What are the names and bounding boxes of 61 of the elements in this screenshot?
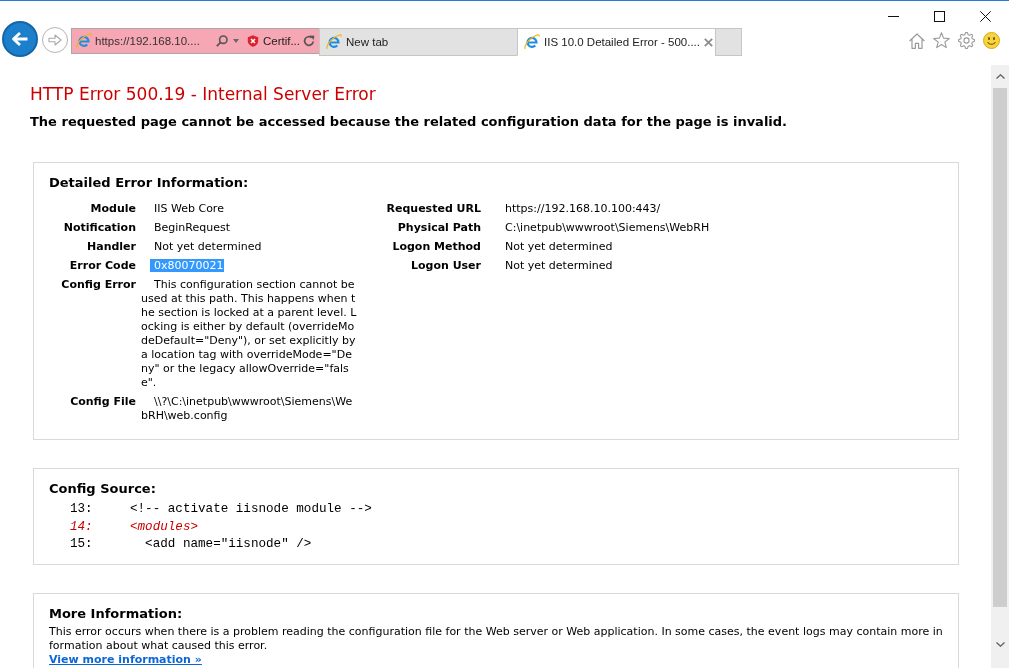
detail-value: C:\inetpub\wwwroot\Siemens\WebRH xyxy=(504,221,710,234)
line-number: 15: xyxy=(70,536,93,553)
chevron-down-icon[interactable] xyxy=(995,642,1005,647)
section-heading: Config Source: xyxy=(49,481,157,497)
home-icon[interactable] xyxy=(909,32,925,49)
code-line: <add name="iisnode" /> xyxy=(144,536,312,553)
e-logo-icon xyxy=(524,34,540,50)
minimize-icon xyxy=(887,15,899,17)
detail-value: 0x80070021 xyxy=(150,259,224,272)
certificate-error-button[interactable]: Certif... xyxy=(246,35,300,47)
detail-value: \\?\C:\inetpub\wwwroot\Siemens\WebRH\web.config xyxy=(141,395,353,422)
info-text: This error occurs when there is a problem reading the configuration file for the Web server or Web application. In some cases, the event logs may contain more information about what caused this error. xyxy=(49,624,943,653)
code-line: <modules> xyxy=(130,518,199,536)
close-icon[interactable] xyxy=(703,37,713,47)
section-heading: Detailed Error Information: xyxy=(49,175,250,191)
scrollbar-thumb[interactable] xyxy=(993,88,1007,607)
detail-label: Notification xyxy=(62,221,136,235)
settings-icon[interactable] xyxy=(958,32,975,49)
forward-button[interactable] xyxy=(42,27,68,53)
detail-value: Not yet determined xyxy=(504,259,613,272)
browser-tab[interactable]: New tab xyxy=(319,28,518,56)
smiley-icon[interactable] xyxy=(983,32,1000,49)
error-summary: The requested page cannot be accessed because the related configuration data for the page is invalid. xyxy=(30,114,789,130)
line-number: 13: xyxy=(70,501,93,518)
detail-value: https://192.168.10.100:443/ xyxy=(504,202,661,215)
close-icon xyxy=(979,10,991,22)
star-icon[interactable] xyxy=(933,32,950,49)
browser-tab[interactable]: IIS 10.0 Detailed Error - 500.... xyxy=(517,28,716,56)
section-heading: More Information: xyxy=(49,605,184,622)
detail-label: Logon Method xyxy=(391,240,481,254)
refresh-icon[interactable] xyxy=(303,35,315,47)
detail-label: Handler xyxy=(86,240,136,254)
detail-label: Error Code xyxy=(68,259,136,273)
back-button[interactable] xyxy=(2,21,38,57)
code-line: <!-- activate iisnode module --> xyxy=(130,501,372,518)
more-info-link[interactable]: View more information » xyxy=(49,652,202,666)
e-logo-icon xyxy=(326,34,342,50)
detail-label: Requested URL xyxy=(385,202,481,216)
arrow-right-icon xyxy=(48,34,62,46)
detail-value: IIS Web Core xyxy=(153,202,224,215)
detail-label: Config File xyxy=(69,395,136,409)
url-text: https://192.168.10.... xyxy=(95,35,200,47)
scrollbar[interactable] xyxy=(991,65,1009,668)
detail-value: Not yet determined xyxy=(504,240,613,253)
detail-value: This configuration section cannot be used at this path. This happens when the section is locked at a parent level. Locking is either by default (overrideModeDefault="Deny"), or set explicitly by a location tag with overrideMode="Deny" or the legacy allowOverride="false". xyxy=(141,278,357,389)
e-logo-icon xyxy=(76,33,92,49)
detail-label: Logon User xyxy=(409,259,481,273)
arrow-left-icon xyxy=(11,31,29,47)
detail-label: Module xyxy=(89,202,136,216)
detail-label: Physical Path xyxy=(396,221,481,235)
caret-icon[interactable] xyxy=(232,39,239,43)
error-title: HTTP Error 500.19 - Internal Server Error xyxy=(30,84,377,104)
search-icon[interactable] xyxy=(215,35,228,47)
detail-label: Config Error xyxy=(60,278,136,292)
chevron-up-icon[interactable] xyxy=(995,74,1005,79)
detail-value: Not yet determined xyxy=(153,240,262,253)
shield-error-icon xyxy=(246,35,259,47)
detail-value: BeginRequest xyxy=(153,221,230,234)
address-bar[interactable]: https://192.168.10.... Certif... xyxy=(71,28,320,54)
maximize-icon xyxy=(933,10,945,22)
line-number: 14: xyxy=(70,518,93,536)
